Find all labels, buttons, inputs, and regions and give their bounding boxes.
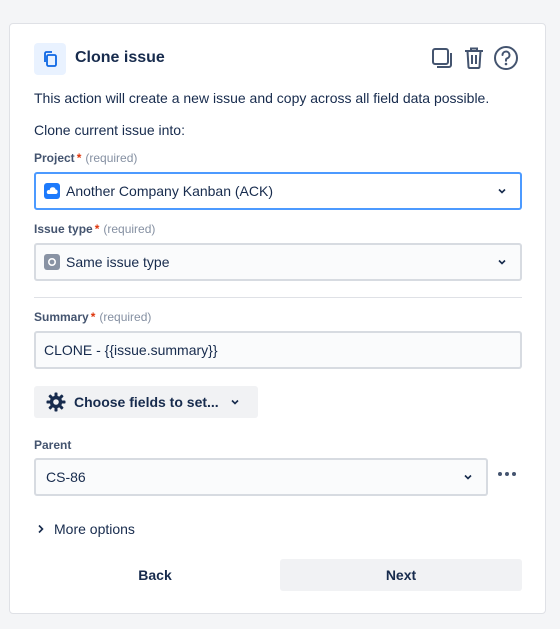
issue-type-label-text: Issue type [34, 222, 93, 236]
page-title: Clone issue [75, 49, 165, 66]
chevron-down-icon [498, 188, 506, 194]
help-icon [494, 46, 518, 70]
more-options-label: More options [54, 521, 135, 537]
more-horizontal-icon [498, 472, 516, 476]
summary-input[interactable] [34, 331, 522, 369]
chevron-down-icon [464, 474, 472, 480]
divider [34, 297, 522, 298]
chevron-right-icon [38, 524, 44, 534]
help-button[interactable] [493, 45, 519, 71]
project-select[interactable]: Another Company Kanban (ACK) [34, 172, 522, 210]
required-hint: (required) [103, 222, 156, 236]
issue-type-select[interactable]: Same issue type [34, 243, 522, 281]
parent-select[interactable]: CS-86 [34, 458, 488, 496]
parent-value: CS-86 [46, 469, 86, 485]
summary-label: Summary * (required) [34, 310, 151, 324]
gear-icon [46, 392, 66, 412]
chevron-down-icon [498, 259, 506, 265]
duplicate-icon [432, 48, 452, 68]
clone-issue-card: Clone issue This action will create a ne… [9, 23, 546, 614]
chevron-down-icon [231, 399, 239, 405]
required-mark: * [90, 310, 96, 324]
project-value: Another Company Kanban (ACK) [66, 183, 273, 199]
required-mark: * [94, 222, 100, 236]
parent-label: Parent [34, 438, 72, 452]
back-button[interactable]: Back [34, 559, 276, 591]
choose-fields-button[interactable]: Choose fields to set... [34, 386, 258, 418]
next-button[interactable]: Next [280, 559, 522, 591]
issue-type-label: Issue type * (required) [34, 222, 155, 236]
delete-button[interactable] [461, 45, 487, 71]
issue-type-icon [44, 254, 60, 270]
more-options-toggle[interactable]: More options [36, 521, 135, 537]
parent-more-button[interactable] [494, 464, 520, 484]
required-hint: (required) [99, 310, 152, 324]
delete-icon [465, 47, 483, 69]
description-text: This action will create a new issue and … [34, 90, 490, 106]
choose-fields-label: Choose fields to set... [74, 394, 219, 410]
required-mark: * [76, 151, 82, 165]
issue-type-value: Same issue type [66, 254, 170, 270]
required-hint: (required) [85, 151, 138, 165]
clone-into-label: Clone current issue into: [34, 122, 185, 138]
project-avatar-icon [44, 183, 60, 199]
clone-icon [34, 43, 66, 75]
project-label-text: Project [34, 151, 75, 165]
project-label: Project * (required) [34, 151, 137, 165]
summary-label-text: Summary [34, 310, 89, 324]
duplicate-button[interactable] [429, 45, 455, 71]
